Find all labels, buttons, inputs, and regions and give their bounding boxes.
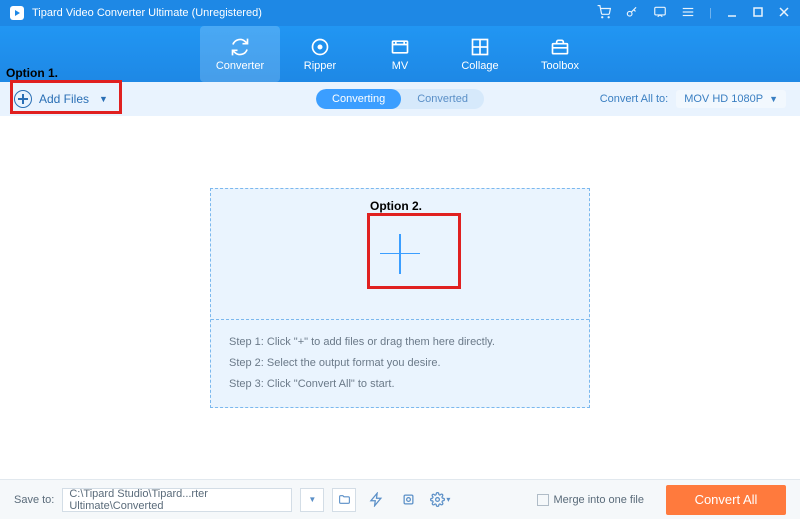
- step2-text: Step 2: Select the output format you des…: [229, 353, 571, 374]
- merge-label: Merge into one file: [554, 494, 645, 506]
- main-area: Step 1: Click "+" to add files or drag t…: [0, 116, 800, 479]
- tab-ripper[interactable]: Ripper: [280, 26, 360, 82]
- save-to-dropdown[interactable]: ▼: [300, 488, 324, 512]
- tab-toolbox[interactable]: Toolbox: [520, 26, 600, 82]
- save-to-label: Save to:: [14, 494, 54, 506]
- tab-converter-label: Converter: [216, 60, 264, 72]
- checkbox-icon: [537, 494, 549, 506]
- titlebar: Tipard Video Converter Ultimate (Unregis…: [0, 0, 800, 26]
- menu-icon[interactable]: [681, 5, 695, 22]
- output-format-select[interactable]: MOV HD 1080P ▼: [676, 90, 786, 108]
- tab-converter[interactable]: Converter: [200, 26, 280, 82]
- high-speed-button[interactable]: [364, 488, 388, 512]
- convert-all-button[interactable]: Convert All: [666, 485, 786, 515]
- main-toolbar: Converter Ripper MV Collage Toolbox: [0, 26, 800, 82]
- subbar: Add Files ▼ Converting Converted Convert…: [0, 82, 800, 116]
- open-folder-button[interactable]: [332, 488, 356, 512]
- add-files-label: Add Files: [39, 92, 89, 106]
- dropzone-instructions: Step 1: Click "+" to add files or drag t…: [211, 320, 589, 407]
- tab-ripper-label: Ripper: [304, 60, 336, 72]
- status-segment: Converting Converted: [316, 89, 484, 109]
- save-to-path-input[interactable]: C:\Tipard Studio\Tipard...rter Ultimate\…: [62, 488, 292, 512]
- chevron-down-icon: ▼: [99, 94, 108, 104]
- chevron-down-icon: ▼: [769, 94, 778, 104]
- add-files-button[interactable]: Add Files ▼: [14, 90, 108, 108]
- plus-circle-icon: [14, 90, 32, 108]
- tab-mv-label: MV: [392, 60, 409, 72]
- seg-converted[interactable]: Converted: [401, 89, 484, 109]
- dropzone-top[interactable]: [211, 189, 589, 320]
- close-icon[interactable]: [778, 6, 790, 21]
- convert-all-to-label: Convert All to:: [600, 93, 668, 105]
- tab-collage[interactable]: Collage: [440, 26, 520, 82]
- settings-button[interactable]: ▾: [428, 488, 452, 512]
- key-icon[interactable]: [625, 5, 639, 22]
- dropzone[interactable]: Step 1: Click "+" to add files or drag t…: [210, 188, 590, 408]
- tab-mv[interactable]: MV: [360, 26, 440, 82]
- add-files-plus-icon[interactable]: [380, 234, 420, 274]
- maximize-icon[interactable]: [752, 6, 764, 21]
- tab-toolbox-label: Toolbox: [541, 60, 579, 72]
- output-format-value: MOV HD 1080P: [684, 93, 763, 105]
- feedback-icon[interactable]: [653, 5, 667, 22]
- merge-checkbox[interactable]: Merge into one file: [537, 494, 645, 506]
- footer: Save to: C:\Tipard Studio\Tipard...rter …: [0, 479, 800, 519]
- app-title: Tipard Video Converter Ultimate (Unregis…: [32, 7, 597, 19]
- gpu-button[interactable]: [396, 488, 420, 512]
- seg-converting[interactable]: Converting: [316, 89, 401, 109]
- tab-collage-label: Collage: [461, 60, 498, 72]
- divider: |: [709, 7, 712, 19]
- minimize-icon[interactable]: [726, 6, 738, 21]
- app-logo-icon: [10, 6, 24, 20]
- step1-text: Step 1: Click "+" to add files or drag t…: [229, 332, 571, 353]
- convert-all-to: Convert All to: MOV HD 1080P ▼: [600, 90, 786, 108]
- step3-text: Step 3: Click "Convert All" to start.: [229, 374, 571, 395]
- cart-icon[interactable]: [597, 5, 611, 22]
